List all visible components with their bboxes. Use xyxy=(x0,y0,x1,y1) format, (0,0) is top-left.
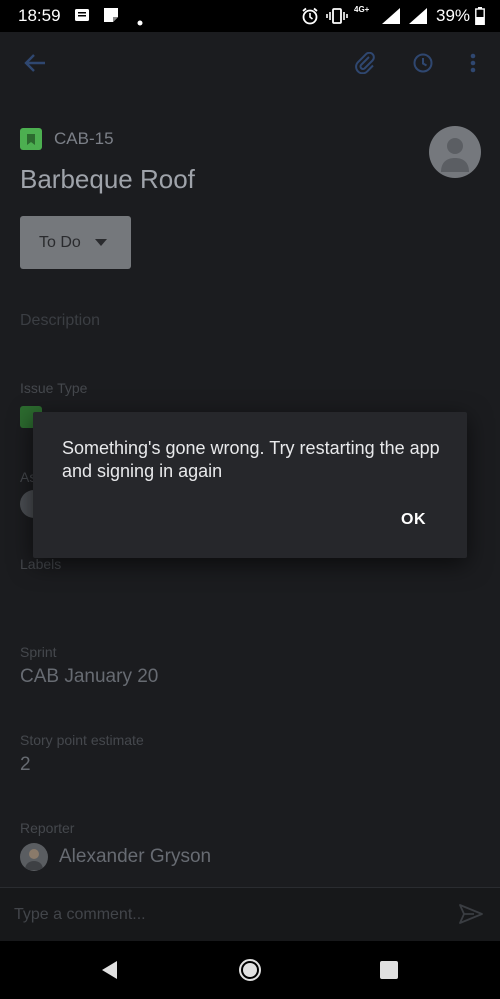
more-notifications-dot-icon xyxy=(137,13,143,31)
network-type: 4G+ xyxy=(354,5,370,14)
nav-back-icon[interactable] xyxy=(98,958,122,982)
note-notification-icon xyxy=(103,7,119,28)
error-dialog: Something's gone wrong. Try restarting t… xyxy=(33,412,467,558)
nav-home-icon[interactable] xyxy=(238,958,262,982)
signal-icon xyxy=(381,7,401,30)
signal-icon-2 xyxy=(408,7,428,30)
error-message: Something's gone wrong. Try restarting t… xyxy=(62,438,440,481)
message-notification-icon xyxy=(74,7,90,28)
status-bar: 18:59 4G+ 39% xyxy=(0,0,500,32)
battery-icon xyxy=(475,7,485,30)
battery-percent: 39% xyxy=(436,6,471,25)
ok-button[interactable]: OK xyxy=(401,511,426,529)
system-nav-bar xyxy=(0,941,500,999)
status-time: 18:59 xyxy=(18,6,61,25)
vibrate-icon xyxy=(326,7,348,30)
alarm-icon xyxy=(301,7,319,30)
issue-screen: 18:59 4G+ 39% CAB-15 Barbeque Roof To Do… xyxy=(0,0,500,999)
nav-recents-icon[interactable] xyxy=(377,958,401,982)
